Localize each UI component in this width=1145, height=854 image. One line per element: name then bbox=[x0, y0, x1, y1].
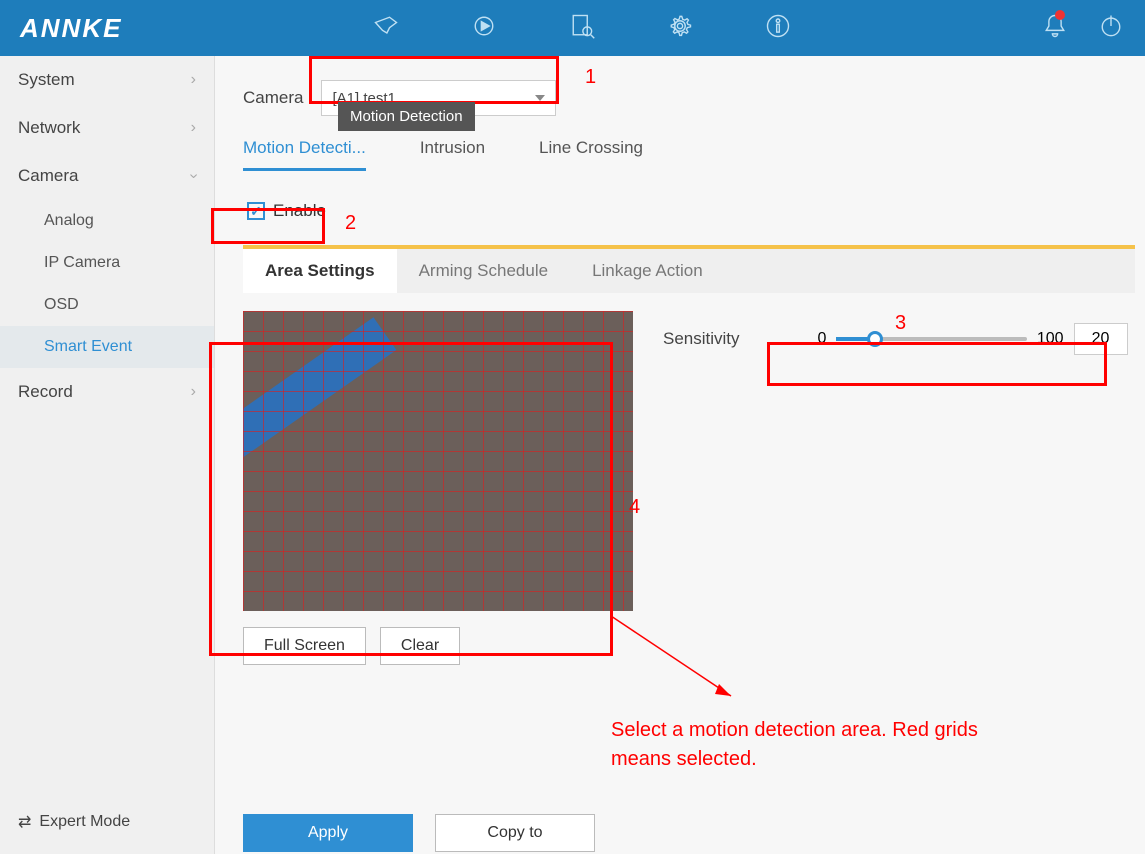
topbar-nav-icons bbox=[372, 12, 792, 45]
selection-grid-overlay bbox=[243, 311, 633, 611]
sidebar-item-label: Network bbox=[18, 118, 80, 138]
brand-logo: ANNKE bbox=[20, 13, 122, 44]
tab-motion-detection[interactable]: Motion Detecti... bbox=[243, 138, 366, 171]
sidebar-item-label: IP Camera bbox=[44, 254, 120, 272]
sidebar-item-smart-event[interactable]: Smart Event bbox=[0, 326, 214, 368]
slider-max: 100 bbox=[1037, 330, 1064, 348]
tab-label: Line Crossing bbox=[539, 138, 643, 157]
detection-tabs: Motion Detecti... Intrusion Line Crossin… bbox=[243, 138, 1135, 171]
topbar: ANNKE bbox=[0, 0, 1145, 56]
full-screen-button[interactable]: Full Screen bbox=[243, 627, 366, 665]
camera-icon[interactable] bbox=[372, 12, 400, 45]
clear-button[interactable]: Clear bbox=[380, 627, 460, 665]
slider-min: 0 bbox=[818, 330, 827, 348]
subtab-label: Arming Schedule bbox=[419, 261, 548, 280]
sensitivity-value-input[interactable]: 20 bbox=[1074, 323, 1128, 355]
button-label: Apply bbox=[308, 824, 348, 842]
main-content: Camera [A1] test1 Motion Detection Motio… bbox=[215, 56, 1145, 854]
bell-icon[interactable] bbox=[1041, 12, 1069, 45]
subtab-label: Area Settings bbox=[265, 261, 375, 280]
sidebar-item-record[interactable]: Record › bbox=[0, 368, 214, 416]
search-doc-icon[interactable] bbox=[568, 12, 596, 45]
copy-to-button[interactable]: Copy to bbox=[435, 814, 595, 852]
subtab-linkage-action[interactable]: Linkage Action bbox=[570, 249, 725, 293]
slider-track[interactable] bbox=[836, 337, 1026, 341]
button-label: Clear bbox=[401, 637, 439, 655]
tab-label: Intrusion bbox=[420, 138, 485, 157]
chevron-right-icon: › bbox=[191, 119, 196, 137]
motion-area-preview[interactable] bbox=[243, 311, 633, 611]
motion-detection-tooltip: Motion Detection bbox=[338, 102, 475, 131]
sensitivity-label: Sensitivity bbox=[663, 329, 740, 349]
power-icon[interactable] bbox=[1097, 12, 1125, 45]
button-label: Copy to bbox=[487, 824, 542, 842]
expert-mode-label: Expert Mode bbox=[39, 813, 130, 831]
notification-dot bbox=[1055, 10, 1065, 20]
sidebar-item-label: Camera bbox=[18, 166, 78, 186]
sensitivity-value: 20 bbox=[1092, 330, 1110, 348]
sidebar-item-analog[interactable]: Analog bbox=[0, 200, 214, 242]
dropdown-arrow-icon bbox=[535, 95, 545, 101]
annotation-note: Select a motion detection area. Red grid… bbox=[611, 716, 1041, 774]
sidebar-item-camera[interactable]: Camera › bbox=[0, 152, 214, 200]
sidebar-item-osd[interactable]: OSD bbox=[0, 284, 214, 326]
chevron-down-icon: › bbox=[184, 173, 202, 178]
annotation-number-2: 2 bbox=[345, 212, 356, 235]
sidebar-item-network[interactable]: Network › bbox=[0, 104, 214, 152]
button-label: Full Screen bbox=[264, 637, 345, 655]
subtab-area-settings[interactable]: Area Settings bbox=[243, 249, 397, 293]
sidebar-item-label: Record bbox=[18, 382, 73, 402]
tab-label: Motion Detecti... bbox=[243, 138, 366, 157]
topbar-right-icons bbox=[1041, 12, 1125, 45]
gear-icon[interactable] bbox=[666, 12, 694, 45]
sliders-icon: ⇄ bbox=[18, 812, 31, 832]
sidebar-item-ip-camera[interactable]: IP Camera bbox=[0, 242, 214, 284]
camera-label: Camera bbox=[243, 88, 303, 108]
apply-button[interactable]: Apply bbox=[243, 814, 413, 852]
chevron-right-icon: › bbox=[191, 383, 196, 401]
sidebar-item-label: Analog bbox=[44, 212, 94, 230]
subtab-arming-schedule[interactable]: Arming Schedule bbox=[397, 249, 570, 293]
sub-tabs: Area Settings Arming Schedule Linkage Ac… bbox=[243, 245, 1135, 293]
expert-mode-toggle[interactable]: ⇄ Expert Mode bbox=[0, 796, 214, 854]
info-icon[interactable] bbox=[764, 12, 792, 45]
chevron-right-icon: › bbox=[191, 71, 196, 89]
sidebar-item-label: OSD bbox=[44, 296, 79, 314]
sidebar-item-label: System bbox=[18, 70, 75, 90]
sidebar-item-label: Smart Event bbox=[44, 338, 132, 356]
enable-label: Enable bbox=[273, 201, 326, 221]
sidebar: System › Network › Camera › Analog IP Ca… bbox=[0, 56, 215, 854]
tab-line-crossing[interactable]: Line Crossing bbox=[539, 138, 643, 171]
slider-thumb[interactable] bbox=[867, 331, 883, 347]
enable-checkbox[interactable]: ✓ Enable bbox=[243, 199, 330, 223]
playback-icon[interactable] bbox=[470, 12, 498, 45]
tab-intrusion[interactable]: Intrusion bbox=[420, 138, 485, 171]
checkbox-icon: ✓ bbox=[247, 202, 265, 220]
sidebar-item-system[interactable]: System › bbox=[0, 56, 214, 104]
sensitivity-slider[interactable]: 0 100 20 bbox=[818, 323, 1128, 355]
subtab-label: Linkage Action bbox=[592, 261, 703, 280]
